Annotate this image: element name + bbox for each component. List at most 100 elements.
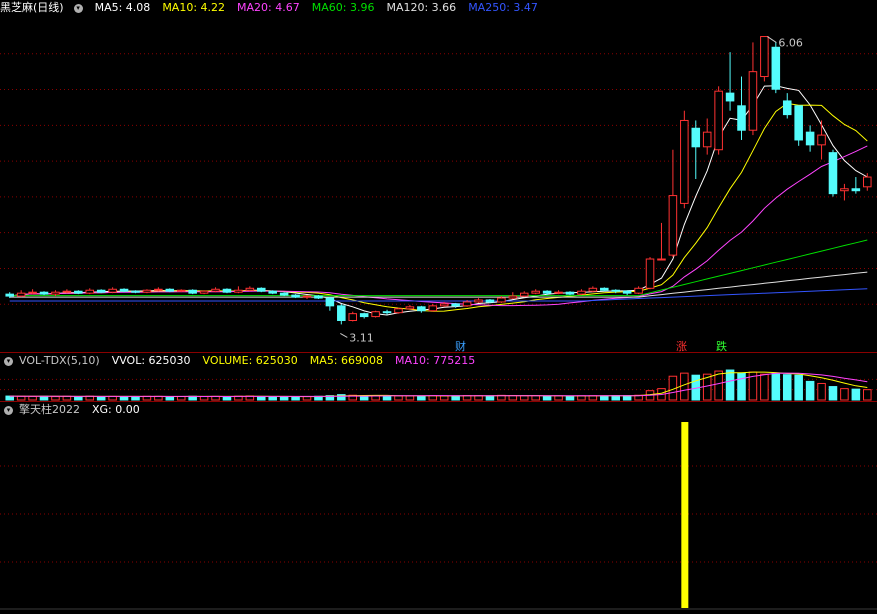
- candle-body: [439, 303, 449, 307]
- volume-bar: [119, 395, 129, 401]
- candle-body: [314, 295, 323, 299]
- candle-body: [74, 290, 83, 294]
- volume-bar: [508, 395, 518, 401]
- volume-bar: [5, 395, 14, 401]
- candle-body: [119, 288, 129, 292]
- candle-body: [256, 287, 266, 292]
- candle-body: [645, 258, 655, 289]
- ma-line: [9, 239, 868, 297]
- high-pointer: [767, 36, 777, 43]
- candle-body: [16, 292, 26, 297]
- legend-item: MA120: 3.66: [386, 1, 457, 14]
- candle-body: [51, 291, 60, 295]
- candle-body: [348, 313, 358, 321]
- candle-body: [154, 288, 163, 291]
- candle-body: [405, 306, 415, 310]
- expand-icon[interactable]: ▾: [4, 356, 13, 366]
- candle-body: [542, 290, 552, 294]
- volume-bar: [519, 395, 529, 401]
- candle-body: [760, 36, 769, 78]
- volume-bar: [268, 396, 277, 401]
- volume-bar: [474, 395, 483, 401]
- volume-pane[interactable]: ▾ VOL-TDX(5,10) VVOL: 625030 VOLUME: 625030…: [0, 353, 877, 401]
- candle-body: [771, 46, 781, 90]
- expand-icon[interactable]: ▾: [4, 405, 13, 415]
- volume-title: VOL-TDX(5,10): [19, 354, 100, 367]
- indicator-pane[interactable]: ▾ 擎天柱2022 XG: 0.00: [0, 402, 877, 614]
- volume-bar: [863, 389, 872, 401]
- indicator-legend: XG: 0.00: [86, 403, 146, 416]
- candle-body: [188, 289, 197, 294]
- volume-bar: [199, 395, 209, 401]
- candle-body: [588, 287, 598, 292]
- price-pane-header: 黑芝麻(日线) ▾ MA5: 4.08 MA10: 4.22 MA20: 4.67 MA6…: [0, 0, 544, 16]
- legend-item: MA250: 3.47: [468, 1, 538, 14]
- high-label: 6.06: [778, 37, 803, 50]
- candle-body: [474, 299, 483, 303]
- candle-body: [817, 134, 826, 146]
- volume-bar: [176, 395, 186, 401]
- candle-body: [519, 292, 529, 297]
- candle-body: [28, 291, 37, 294]
- volume-bar: [737, 372, 746, 401]
- price-pane[interactable]: 黑芝麻(日线) ▾ MA5: 4.08 MA10: 4.22 MA20: 4.67 MA6…: [0, 0, 877, 352]
- candle-body: [657, 258, 666, 261]
- candle-body: [531, 290, 540, 294]
- volume-bar: [828, 386, 838, 401]
- candle-body: [222, 288, 232, 293]
- ma-line: [9, 102, 868, 312]
- candle-body: [840, 188, 849, 192]
- candle-body: [622, 290, 632, 294]
- volume-bar: [622, 395, 632, 401]
- signal-bar: [681, 422, 689, 608]
- volume-bar: [600, 395, 609, 401]
- candle-body: [668, 195, 678, 256]
- candle-body: [794, 105, 803, 141]
- candle-body: [268, 290, 277, 294]
- low-label: 3.11: [349, 331, 374, 344]
- candle-body: [245, 287, 255, 291]
- candle-body: [702, 131, 712, 148]
- volume-bar: [417, 395, 426, 401]
- candle-body: [611, 289, 621, 292]
- candle-body: [85, 289, 95, 294]
- volume-bar: [851, 388, 861, 401]
- candle-body: [5, 293, 14, 297]
- volume-bar: [794, 374, 803, 401]
- volume-bar: [394, 395, 403, 401]
- candle-body: [234, 289, 243, 293]
- legend-item: MA60: 3.96: [311, 1, 375, 14]
- volume-bar: [805, 380, 815, 401]
- price-chart[interactable]: 6.06 3.11 财 涨 跌: [0, 0, 877, 352]
- candle-body: [577, 290, 586, 295]
- candle-body: [680, 119, 689, 204]
- legend-item: VVOL: 625030: [111, 354, 191, 367]
- volume-bar: [531, 395, 540, 401]
- candle-body: [337, 305, 346, 321]
- event-marker: 涨: [676, 340, 687, 352]
- volume-bar: [439, 395, 449, 401]
- volume-pane-header: ▾ VOL-TDX(5,10) VVOL: 625030 VOLUME: 625030…: [0, 353, 481, 369]
- expand-icon[interactable]: ▾: [73, 3, 83, 13]
- candle-body: [96, 289, 106, 293]
- candle-body: [417, 306, 426, 312]
- candle-body: [748, 71, 758, 131]
- volume-bar: [840, 388, 849, 401]
- candle-body: [737, 105, 746, 131]
- volume-bar: [74, 395, 83, 401]
- volume-bar: [108, 395, 117, 401]
- volume-bar: [222, 396, 232, 401]
- volume-bar: [96, 396, 106, 401]
- candle-body: [634, 287, 643, 294]
- event-marker: 跌: [716, 339, 727, 352]
- volume-bar: [565, 395, 575, 401]
- legend-item: MA10: 4.22: [162, 1, 226, 14]
- volume-bar: [725, 369, 735, 401]
- legend-item: XG: 0.00: [92, 403, 140, 416]
- candle-body: [165, 288, 175, 292]
- indicator-chart[interactable]: [0, 402, 877, 614]
- legend-item: MA5: 4.08: [94, 1, 151, 14]
- volume-bar: [680, 372, 689, 401]
- candle-body: [828, 152, 838, 195]
- candle-body: [565, 291, 575, 295]
